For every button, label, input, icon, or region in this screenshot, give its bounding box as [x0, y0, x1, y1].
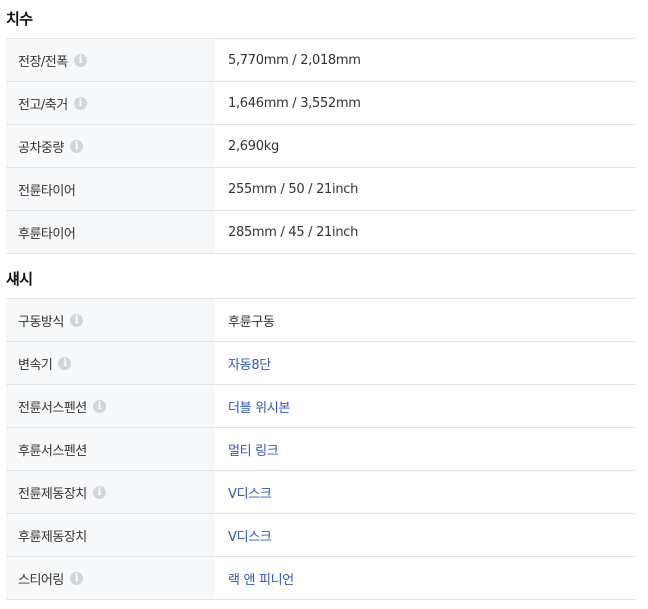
spec-row-curb-weight: 공차중량 i 2,690kg	[6, 125, 636, 168]
info-icon[interactable]: i	[58, 356, 72, 370]
info-icon[interactable]: i	[73, 96, 87, 110]
spec-value: 255mm / 50 / 21inch	[228, 181, 359, 197]
spec-label-cell: 전장/전폭 i	[6, 39, 215, 81]
spec-row-rear-brake: 후륜제동장치 V디스크	[6, 514, 636, 557]
spec-label-cell: 후륜제동장치	[6, 514, 215, 556]
spec-label-cell: 공차중량 i	[6, 125, 215, 167]
spec-label: 변속기	[18, 357, 53, 373]
spec-value-link[interactable]: 더블 위시본	[215, 385, 636, 427]
spec-row-drive-type: 구동방식 i 후륜구동	[6, 299, 636, 342]
spec-value-link[interactable]: V디스크	[215, 514, 636, 556]
spec-value: 285mm / 45 / 21inch	[228, 224, 359, 240]
spec-table-dimensions: 전장/전폭 i 5,770mm / 2,018mm 전고/축거 i 1,646m…	[6, 38, 636, 254]
spec-label: 전륜타이어	[18, 183, 76, 199]
spec-label: 전륜서스펜션	[18, 400, 87, 416]
spec-label: 후륜서스펜션	[18, 443, 87, 459]
spec-row-transmission: 변속기 i 자동8단	[6, 342, 636, 385]
spec-row-rear-suspension: 후륜서스펜션 멀티 링크	[6, 428, 636, 471]
spec-row-height-wheelbase: 전고/축거 i 1,646mm / 3,552mm	[6, 82, 636, 125]
spec-row-steering: 스티어링 i 랙 앤 피니언	[6, 557, 636, 600]
spec-label: 전장/전폭	[18, 54, 68, 70]
section-title-chassis: 섀시	[6, 270, 33, 288]
spec-label: 스티어링	[18, 572, 64, 588]
info-icon[interactable]: i	[73, 53, 87, 67]
spec-row-front-tire: 전륜타이어 255mm / 50 / 21inch	[6, 168, 636, 211]
info-icon[interactable]: i	[69, 571, 83, 585]
spec-label-cell: 후륜서스펜션	[6, 428, 215, 470]
info-icon[interactable]: i	[92, 485, 106, 499]
info-icon[interactable]: i	[92, 399, 106, 413]
spec-value-link[interactable]: 자동8단	[215, 342, 636, 384]
spec-label: 공차중량	[18, 140, 64, 156]
spec-row-front-brake: 전륜제동장치 i V디스크	[6, 471, 636, 514]
spec-row-front-suspension: 전륜서스펜션 i 더블 위시본	[6, 385, 636, 428]
spec-table-chassis: 구동방식 i 후륜구동 변속기 i 자동8단 전륜서스펜션 i 더블 위시본 후…	[6, 298, 636, 600]
spec-row-length-width: 전장/전폭 i 5,770mm / 2,018mm	[6, 39, 636, 82]
section-title-dimensions: 치수	[6, 10, 33, 28]
spec-label-cell: 전륜제동장치 i	[6, 471, 215, 513]
spec-value: 1,646mm / 3,552mm	[228, 95, 361, 111]
spec-label-cell: 구동방식 i	[6, 299, 215, 341]
spec-row-rear-tire: 후륜타이어 285mm / 45 / 21inch	[6, 211, 636, 254]
info-icon[interactable]: i	[69, 139, 83, 153]
spec-label: 전고/축거	[18, 97, 68, 113]
spec-label-cell: 전륜서스펜션 i	[6, 385, 215, 427]
spec-label: 후륜타이어	[18, 226, 76, 242]
spec-value-link[interactable]: 멀티 링크	[215, 428, 636, 470]
spec-label-cell: 후륜타이어	[6, 211, 215, 253]
info-icon[interactable]: i	[69, 313, 83, 327]
spec-label: 전륜제동장치	[18, 486, 87, 502]
spec-value: 2,690kg	[228, 138, 279, 154]
spec-value-link[interactable]: V디스크	[215, 471, 636, 513]
spec-label-cell: 스티어링 i	[6, 557, 215, 599]
spec-label-cell: 전고/축거 i	[6, 82, 215, 124]
spec-value: 5,770mm / 2,018mm	[228, 52, 361, 68]
spec-label: 후륜제동장치	[18, 529, 87, 545]
spec-value-link[interactable]: 랙 앤 피니언	[215, 557, 636, 599]
spec-value: 후륜구동	[228, 314, 275, 330]
spec-label-cell: 전륜타이어	[6, 168, 215, 210]
spec-label-cell: 변속기 i	[6, 342, 215, 384]
spec-label: 구동방식	[18, 314, 64, 330]
